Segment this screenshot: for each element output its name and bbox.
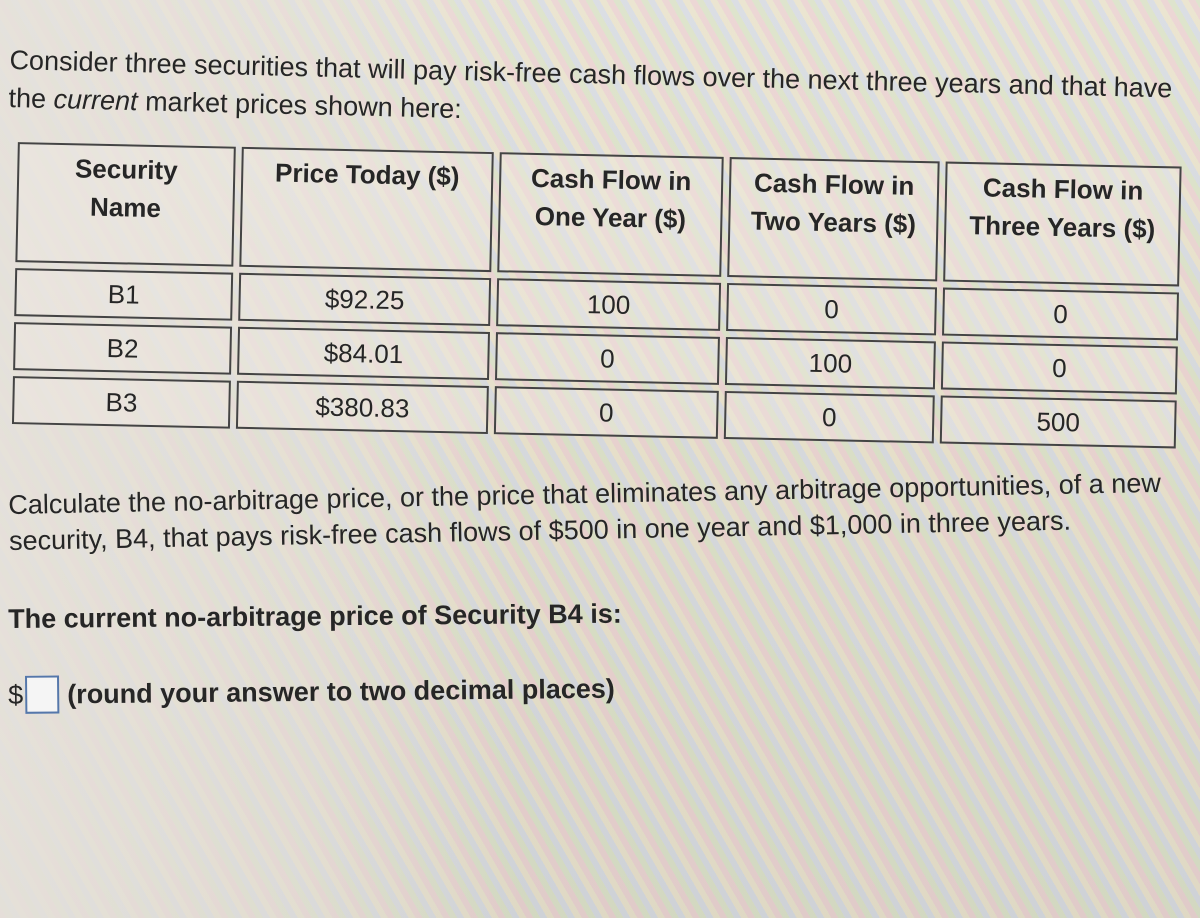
cell-cf-year3: 500 xyxy=(939,395,1177,449)
cell-security-name: B1 xyxy=(14,268,234,321)
header-line: Three Years ($) xyxy=(969,210,1156,244)
header-line: Cash Flow in xyxy=(530,162,692,197)
table-header-row: Security Name Price Today ($) Cash Flow i… xyxy=(15,142,1182,287)
cell-price: $84.01 xyxy=(237,326,490,381)
cell-cf-year3: 0 xyxy=(942,287,1179,341)
cell-cf-year1: 100 xyxy=(496,278,722,331)
header-line: Security xyxy=(74,153,178,186)
cell-cf-year2: 0 xyxy=(723,390,935,444)
answer-row: $ (round your answer to two decimal plac… xyxy=(8,670,615,714)
header-line: Name xyxy=(89,191,162,224)
intro-emphasis: current xyxy=(53,84,139,117)
cell-cf-year1: 0 xyxy=(494,332,720,385)
cell-price: $380.83 xyxy=(235,380,489,435)
rounding-hint: (round your answer to two decimal places… xyxy=(67,673,615,709)
cell-cf-year1: 0 xyxy=(493,386,719,439)
cell-cf-year2: 100 xyxy=(724,336,936,390)
intro-paragraph: Consider three securities that will pay … xyxy=(8,41,1190,146)
header-line: One Year ($) xyxy=(534,200,687,235)
header-line: Price Today ($) xyxy=(274,157,460,192)
header-cash-flow-year2: Cash Flow in Two Years ($) xyxy=(727,157,940,282)
header-security-name: Security Name xyxy=(15,142,236,267)
cell-security-name: B3 xyxy=(11,376,231,429)
cell-cf-year2: 0 xyxy=(726,283,938,336)
cell-price: $92.25 xyxy=(238,272,492,327)
cell-cf-year3: 0 xyxy=(940,341,1178,395)
answer-input[interactable] xyxy=(25,675,60,714)
cell-security-name: B2 xyxy=(13,322,233,375)
header-cash-flow-year3: Cash Flow in Three Years ($) xyxy=(943,161,1182,287)
answer-prompt: The current no-arbitrage price of Securi… xyxy=(8,598,622,634)
header-line: Cash Flow in xyxy=(982,172,1144,206)
header-price-today: Price Today ($) xyxy=(239,146,494,273)
question-text: Calculate the no-arbitrage price, or the… xyxy=(8,467,1162,556)
header-line: Cash Flow in xyxy=(753,167,915,201)
header-line: Two Years ($) xyxy=(750,205,917,239)
securities-table: Security Name Price Today ($) Cash Flow i… xyxy=(6,136,1188,455)
header-cash-flow-year1: Cash Flow in One Year ($) xyxy=(497,152,724,277)
currency-symbol: $ xyxy=(8,679,24,710)
intro-text-end: market prices shown here: xyxy=(137,86,463,125)
